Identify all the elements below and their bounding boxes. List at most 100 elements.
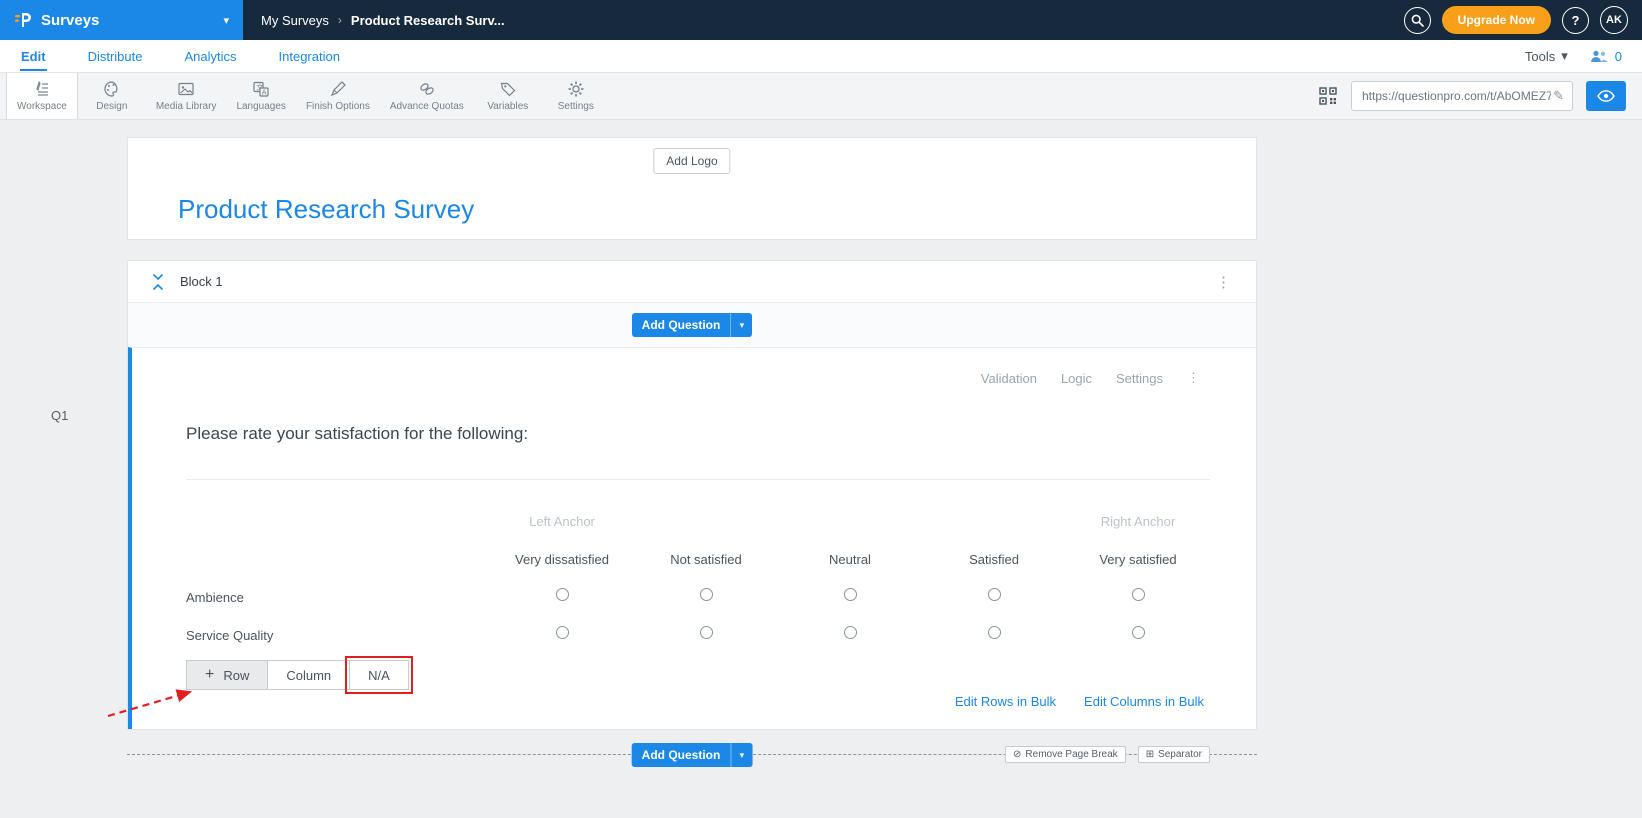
breadcrumb-current-survey: Product Research Surv... [350, 12, 505, 28]
add-na-button[interactable]: N/A [345, 656, 413, 694]
add-question-caret[interactable]: ▾ [730, 743, 753, 767]
remove-page-break-button[interactable]: ⊘ Remove Page Break [1005, 746, 1126, 763]
workspace-icon [36, 80, 48, 96]
add-question-strip: Add Question ▾ [128, 303, 1256, 347]
column-header[interactable]: Very satisfied [1066, 552, 1210, 567]
top-bar: Surveys ▾ My Surveys › Product Research … [0, 0, 1642, 40]
radio-button[interactable] [987, 588, 1001, 601]
radio-button[interactable] [987, 626, 1001, 639]
radio-button[interactable] [843, 588, 857, 601]
block-1-container: Block 1 ⋮ Add Question ▾ Q1 Validation L… [51, 260, 1257, 730]
column-header[interactable]: Very dissatisfied [490, 552, 634, 567]
add-row-label: Row [223, 667, 250, 683]
toolbar-item-media-library[interactable]: Media Library [146, 73, 227, 119]
chevron-down-icon: ▾ [739, 749, 745, 760]
collapse-block-icon[interactable] [152, 273, 164, 290]
logic-link[interactable]: Logic [1061, 371, 1092, 386]
radio-button[interactable] [555, 626, 569, 639]
breadcrumb-my-surveys[interactable]: My Surveys [261, 13, 329, 28]
toolbar-item-settings[interactable]: Settings [542, 73, 610, 119]
block-header: Block 1 ⋮ [128, 261, 1256, 303]
eye-icon [1597, 90, 1615, 102]
toolbar-item-advance-quotas[interactable]: Advance Quotas [380, 73, 474, 119]
upgrade-now-button[interactable]: Upgrade Now [1441, 6, 1551, 34]
column-header[interactable]: Not satisfied [634, 552, 778, 567]
edit-rows-bulk-link[interactable]: Edit Rows in Bulk [955, 694, 1056, 709]
radio-button[interactable] [1131, 588, 1145, 601]
add-logo-button[interactable]: Add Logo [653, 148, 731, 174]
user-avatar[interactable]: AK [1600, 6, 1628, 34]
tab-edit[interactable]: Edit [20, 41, 47, 71]
right-anchor-label[interactable]: Right Anchor [1066, 514, 1210, 529]
row-label[interactable]: Ambience [186, 590, 490, 605]
matrix-table: Left Anchor Right Anchor Very dissatisfi… [186, 508, 1210, 654]
separator-label: Separator [1158, 749, 1202, 760]
validation-link[interactable]: Validation [981, 371, 1037, 386]
toolbar-item-languages[interactable]: 文 A Languages [226, 73, 296, 119]
block-menu-kebab-icon[interactable]: ⋮ [1216, 273, 1232, 291]
tab-analytics[interactable]: Analytics [183, 41, 237, 71]
column-header-row: Very dissatisfied Not satisfied Neutral … [186, 540, 1210, 578]
survey-url-input[interactable] [1360, 88, 1554, 104]
radio-button[interactable] [699, 626, 713, 639]
breadcrumb-separator-icon: › [337, 13, 342, 27]
column-header[interactable]: Satisfied [922, 552, 1066, 567]
column-header[interactable]: Neutral [778, 552, 922, 567]
search-icon [1411, 14, 1424, 27]
separator-button[interactable]: ⊞ Separator [1137, 746, 1210, 763]
radio-button[interactable] [843, 626, 857, 639]
matrix-row-service-quality: Service Quality [186, 616, 1210, 654]
palette-icon [104, 81, 118, 97]
add-question-split-button[interactable]: Add Question ▾ [631, 743, 753, 767]
plus-icon: + [205, 666, 215, 683]
chevron-down-icon: ▾ [1561, 48, 1568, 63]
edit-columns-bulk-link[interactable]: Edit Columns in Bulk [1084, 694, 1204, 709]
toolbar-item-finish-options[interactable]: Finish Options [296, 73, 380, 119]
add-question-caret[interactable]: ▾ [730, 313, 753, 337]
chevron-down-icon: ▾ [223, 14, 229, 27]
svg-text:A: A [262, 89, 267, 97]
anchor-row: Left Anchor Right Anchor [186, 508, 1210, 534]
block-title: Block 1 [180, 274, 223, 289]
toolbar-item-label: Design [96, 101, 128, 112]
links-icon [420, 83, 434, 95]
qr-code-icon[interactable] [1318, 86, 1338, 106]
tools-menu[interactable]: Tools ▾ [1525, 48, 1568, 64]
add-row-button[interactable]: + Row [186, 660, 269, 690]
question-divider [186, 479, 1210, 480]
gear-icon [568, 81, 584, 97]
toolbar-item-variables[interactable]: Variables [474, 73, 542, 119]
toolbar-right: ✎ [1318, 73, 1642, 119]
radio-button[interactable] [1131, 626, 1145, 639]
tab-distribute[interactable]: Distribute [87, 41, 144, 71]
settings-link[interactable]: Settings [1116, 371, 1163, 386]
survey-url-box: ✎ [1351, 81, 1573, 111]
survey-title[interactable]: Product Research Survey [178, 194, 474, 225]
edit-url-icon[interactable]: ✎ [1553, 88, 1564, 104]
separator-icon: ⊞ [1145, 749, 1155, 760]
question-menu-kebab-icon[interactable]: ⋮ [1187, 370, 1200, 386]
add-question-button[interactable]: Add Question [631, 313, 731, 337]
row-label[interactable]: Service Quality [186, 628, 490, 643]
collaborators-indicator[interactable]: 0 [1590, 49, 1622, 64]
pen-icon [330, 81, 346, 97]
tab-integration[interactable]: Integration [278, 41, 341, 71]
add-column-button[interactable]: Column [267, 660, 351, 690]
search-button[interactable] [1403, 6, 1431, 34]
matrix-row-ambience: Ambience [186, 578, 1210, 616]
left-anchor-label[interactable]: Left Anchor [490, 514, 634, 529]
toolbar-item-design[interactable]: Design [78, 73, 146, 119]
radio-button[interactable] [699, 588, 713, 601]
help-button[interactable]: ? [1562, 6, 1589, 34]
radio-button[interactable] [555, 588, 569, 601]
add-question-button[interactable]: Add Question [631, 743, 731, 767]
question-text[interactable]: Please rate your satisfaction for the fo… [186, 424, 528, 444]
toolbar-item-label: Workspace [17, 101, 67, 112]
remove-page-break-label: Remove Page Break [1025, 749, 1118, 760]
toolbar-item-workspace[interactable]: Workspace [6, 73, 78, 119]
breadcrumb: My Surveys › Product Research Surv... [261, 13, 505, 28]
preview-button[interactable] [1586, 81, 1626, 111]
add-question-split-button[interactable]: Add Question ▾ [631, 313, 753, 337]
toolbar-item-label: Settings [557, 101, 594, 112]
app-switcher[interactable]: Surveys ▾ [0, 0, 243, 40]
